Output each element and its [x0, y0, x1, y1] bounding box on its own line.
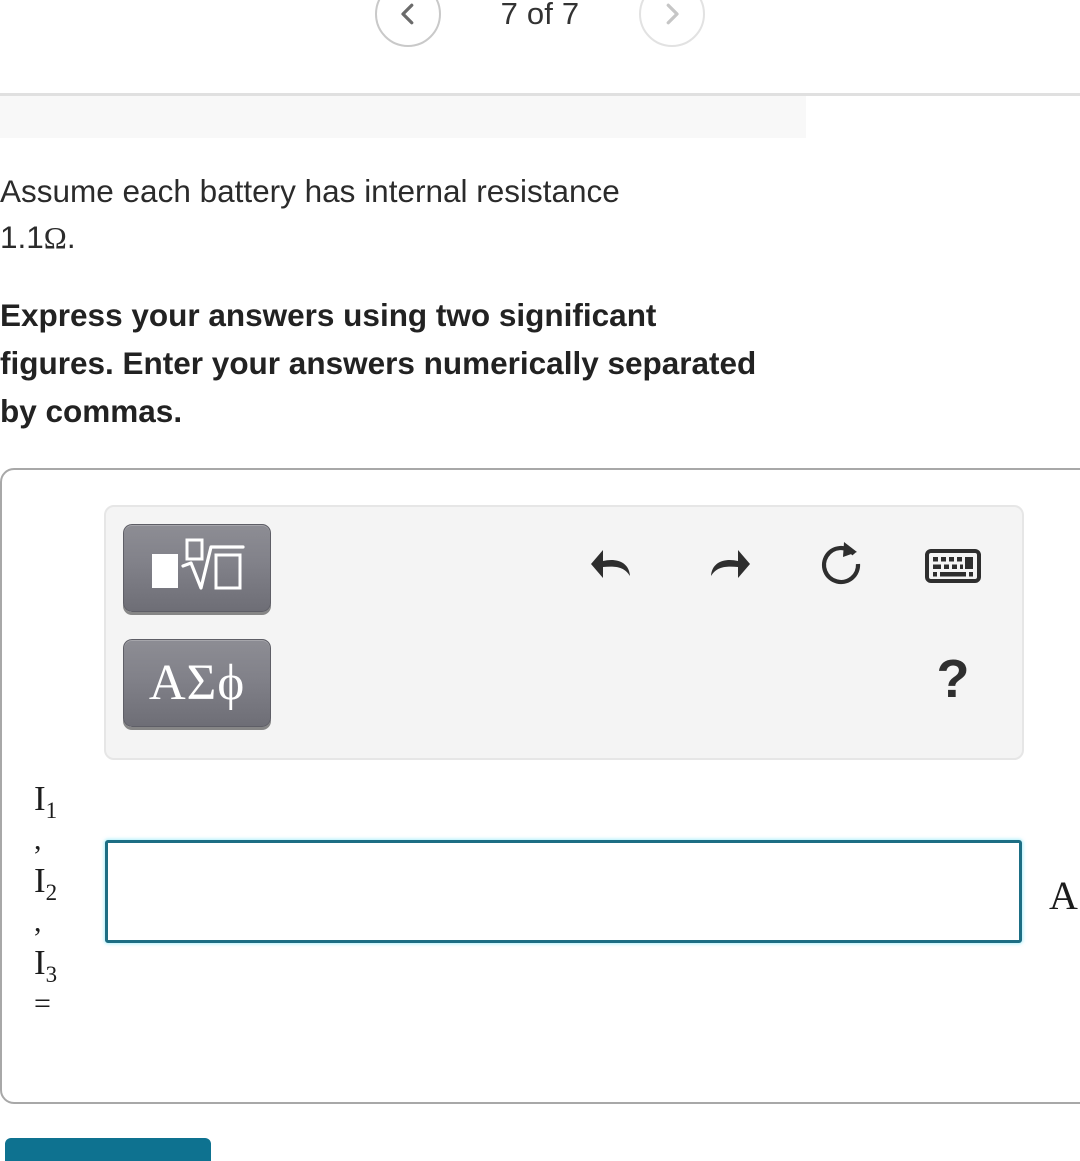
help-icon: ? [936, 649, 970, 709]
greek-symbols-label: ΑΣϕ [148, 654, 246, 711]
ohm-symbol: Ω [43, 220, 67, 255]
toolbar-strip [0, 96, 806, 138]
square-root-template-icon [149, 538, 245, 599]
statement-text: Assume each battery has internal resista… [0, 173, 620, 209]
statement-value: 1.1 [0, 219, 44, 255]
submit-button[interactable]: Submit [5, 1138, 211, 1161]
greek-symbols-button[interactable]: ΑΣϕ [123, 639, 271, 727]
answer-input[interactable] [105, 840, 1022, 943]
page-root: 7 of 7 Assume each battery has internal … [0, 0, 1080, 1161]
answer-entry-row: I1 , I2 , I3 = A [2, 770, 1080, 1070]
redo-button[interactable] [689, 529, 767, 607]
answer-variable-label: I1 , I2 , I3 = [34, 775, 114, 1021]
answer-unit-label: A [1049, 873, 1078, 918]
next-question-button[interactable] [639, 0, 706, 47]
variable-separator-2: , [34, 905, 42, 938]
page-indicator: 7 of 7 [500, 0, 580, 31]
variable-i1: I1 [34, 779, 58, 823]
variable-separator-1: , [34, 823, 42, 856]
chevron-right-icon [657, 0, 687, 29]
undo-button[interactable] [574, 529, 652, 607]
keyboard-icon [925, 546, 981, 591]
variable-i3: I3 [34, 943, 58, 987]
math-toolbar: ΑΣϕ ? [104, 505, 1024, 760]
reset-button[interactable] [802, 527, 880, 605]
statement-line-1: Assume each battery has internal resista… [0, 168, 790, 261]
redo-icon [704, 544, 752, 593]
statement-instruction: Express your answers using two significa… [0, 297, 757, 429]
math-template-button[interactable] [123, 524, 271, 612]
help-button[interactable]: ? [911, 637, 995, 721]
reset-icon [818, 540, 864, 593]
problem-statement: Assume each battery has internal resista… [0, 168, 790, 435]
pagination-bar: 7 of 7 [0, 0, 1080, 96]
previous-question-button[interactable] [374, 0, 441, 47]
statement-period: . [66, 219, 76, 255]
variable-i2: I2 [34, 861, 58, 905]
answer-panel: ΑΣϕ ? I1 , I2 , I3 = A [0, 468, 1080, 1104]
equals-sign: = [34, 987, 51, 1020]
undo-icon [589, 544, 637, 593]
chevron-left-icon [393, 0, 423, 29]
keyboard-button[interactable] [914, 529, 992, 607]
